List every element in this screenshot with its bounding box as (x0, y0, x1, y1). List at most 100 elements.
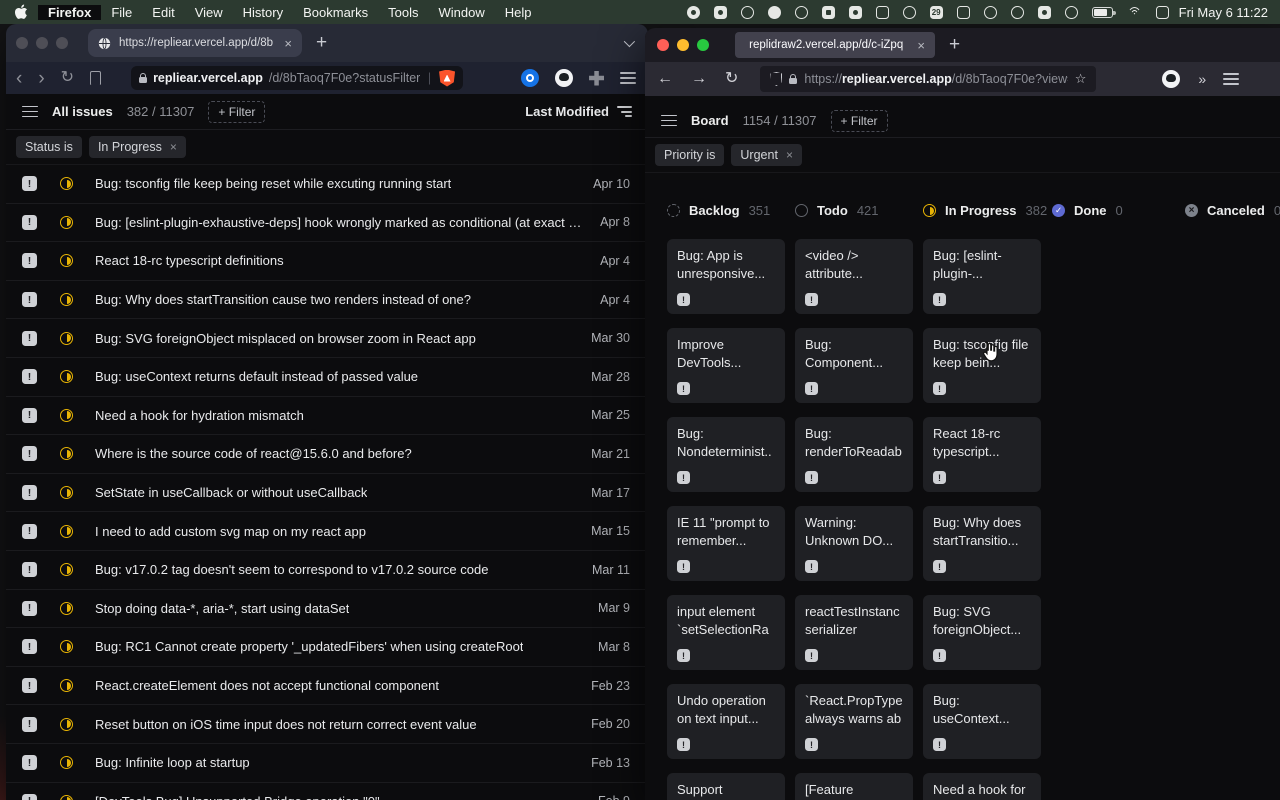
issue-row[interactable]: Bug: v17.0.2 tag doesn't seem to corresp… (6, 551, 648, 590)
board-card[interactable]: Bug: Nondeterminist... (667, 417, 785, 492)
remove-filter-icon[interactable]: × (170, 140, 177, 154)
board-card[interactable]: Bug: SVG foreignObject... (923, 595, 1041, 670)
volume-icon[interactable] (1038, 6, 1051, 19)
menu-item-window[interactable]: Window (429, 5, 495, 20)
upload-icon[interactable] (957, 6, 970, 19)
wifi-icon[interactable] (1127, 7, 1142, 18)
menu-item-tools[interactable]: Tools (378, 5, 428, 20)
headset-icon[interactable] (741, 6, 754, 19)
board-card[interactable]: `React.PropType always warns ab (795, 684, 913, 759)
menu-item-help[interactable]: Help (495, 5, 542, 20)
issue-row[interactable]: Reset button on iOS time input does not … (6, 705, 648, 744)
issue-row[interactable]: Bug: [eslint-plugin-exhaustive-deps] hoo… (6, 204, 648, 243)
issue-row[interactable]: Where is the source code of react@15.6.0… (6, 435, 648, 474)
warp-icon[interactable] (849, 6, 862, 19)
menu-item-view[interactable]: View (185, 5, 233, 20)
board-card[interactable]: Bug: useContext... (923, 684, 1041, 759)
new-tab-button[interactable]: + (949, 34, 960, 56)
add-filter-button[interactable]: + Filter (831, 110, 888, 132)
close-window-button[interactable] (657, 39, 669, 51)
address-bar[interactable]: repliear.vercel.app /d/8bTaoq7F0e?status… (131, 66, 463, 90)
board-card[interactable]: reactTestInstanc serializer (795, 595, 913, 670)
camera-icon[interactable] (714, 6, 727, 19)
filter-value-chip[interactable]: Urgent × (731, 144, 802, 166)
board-card[interactable]: Warning: Unknown DO... (795, 506, 913, 581)
reload-button[interactable]: ↻ (725, 71, 738, 87)
tracking-protection-shield-icon[interactable] (770, 72, 782, 86)
board-card[interactable]: Need a hook for hydration... (923, 773, 1041, 800)
dropbox-icon[interactable] (822, 6, 835, 19)
menubar-clock[interactable]: Fri May 6 11:22 (1179, 5, 1268, 20)
minimize-window-button[interactable] (677, 39, 689, 51)
close-tab-icon[interactable]: × (284, 37, 292, 50)
close-tab-icon[interactable]: × (917, 39, 925, 52)
issue-row[interactable]: Bug: useContext returns default instead … (6, 358, 648, 397)
board-card[interactable]: Support asynchronous... (667, 773, 785, 800)
new-tab-button[interactable]: + (316, 32, 327, 54)
browser-menu-icon[interactable] (620, 72, 636, 84)
board-card[interactable]: [Feature request] expo... (795, 773, 913, 800)
close-window-button[interactable] (16, 37, 28, 49)
menu-item-edit[interactable]: Edit (142, 5, 184, 20)
sidebar-menu-icon[interactable] (22, 106, 38, 118)
extensions-puzzle-icon[interactable] (589, 71, 604, 86)
issue-row[interactable]: Stop doing data-*, aria-*, start using d… (6, 590, 648, 629)
github-extension-icon[interactable] (555, 69, 573, 87)
browser-tab[interactable]: replidraw2.vercel.app/d/c-iZpq × (735, 32, 935, 58)
board-card[interactable]: Bug: renderToReadab (795, 417, 913, 492)
zoom-window-button[interactable] (56, 37, 68, 49)
board-card[interactable]: <video /> attribute... (795, 239, 913, 314)
github-extension-icon[interactable] (1162, 70, 1180, 88)
board-card[interactable]: Bug: [eslint-plugin-... (923, 239, 1041, 314)
board-card[interactable]: Undo operation on text input... (667, 684, 785, 759)
issue-row[interactable]: Bug: Why does startTransition cause two … (6, 281, 648, 320)
sort-order-icon[interactable] (617, 106, 632, 117)
issue-row[interactable]: React 18-rc typescript definitionsApr 4 (6, 242, 648, 281)
issue-row[interactable]: React.createElement does not accept func… (6, 667, 648, 706)
play-icon[interactable] (1011, 6, 1024, 19)
battery-icon[interactable] (1092, 7, 1113, 18)
issue-row[interactable]: I need to add custom svg map on my react… (6, 512, 648, 551)
issue-row[interactable]: Bug: RC1 Cannot create property '_update… (6, 628, 648, 667)
power-icon[interactable] (984, 6, 997, 19)
filter-field-chip[interactable]: Status is (16, 136, 82, 158)
tab-search-chevron-icon[interactable] (624, 36, 635, 47)
apple-logo-icon[interactable] (14, 4, 28, 20)
sidebar-menu-icon[interactable] (661, 115, 677, 127)
back-button[interactable]: ‹ (16, 69, 22, 88)
board-card[interactable]: Bug: App is unresponsive... (667, 239, 785, 314)
issue-row[interactable]: Bug: SVG foreignObject misplaced on brow… (6, 319, 648, 358)
forward-button[interactable]: › (38, 69, 44, 88)
minimize-window-button[interactable] (36, 37, 48, 49)
menu-item-bookmarks[interactable]: Bookmarks (293, 5, 378, 20)
notion-icon[interactable] (876, 6, 889, 19)
zoom-window-button[interactable] (697, 39, 709, 51)
bookmark-star-icon[interactable]: ☆ (1075, 71, 1087, 87)
sort-label[interactable]: Last Modified (525, 104, 609, 119)
forward-button[interactable]: → (691, 71, 707, 87)
menu-item-history[interactable]: History (233, 5, 293, 20)
bookmark-icon[interactable] (90, 71, 101, 85)
back-button[interactable]: ← (657, 71, 673, 87)
browser-tab[interactable]: https://repliear.vercel.app/d/8b × (88, 29, 302, 57)
record-icon[interactable] (687, 6, 700, 19)
board-card[interactable]: React 18-rc typescript... (923, 417, 1041, 492)
add-filter-button[interactable]: + Filter (208, 101, 265, 123)
shortcut-zero-icon[interactable] (903, 6, 916, 19)
issue-row[interactable]: Bug: tsconfig file keep being reset whil… (6, 165, 648, 204)
board-card[interactable]: Improve DevTools... (667, 328, 785, 403)
overflow-menu-icon[interactable]: » (1198, 71, 1205, 87)
issue-row[interactable]: Need a hook for hydration mismatchMar 25 (6, 397, 648, 436)
issue-row[interactable]: [DevTools Bug] Unsupported Bridge operat… (6, 783, 648, 800)
issue-row[interactable]: SetState in useCallback or without useCa… (6, 474, 648, 513)
remove-filter-icon[interactable]: × (786, 148, 793, 162)
board-card[interactable]: Bug: Why does startTransitio... (923, 506, 1041, 581)
board-card[interactable]: input element `setSelectionRa (667, 595, 785, 670)
board-card[interactable]: Bug: tsconfig file keep bein... (923, 328, 1041, 403)
calendar-icon[interactable]: 29 (930, 6, 943, 19)
menu-item-firefox[interactable]: Firefox (38, 5, 101, 20)
browser-menu-icon[interactable] (1223, 73, 1239, 85)
assistant-icon[interactable] (1065, 6, 1078, 19)
issue-row[interactable]: Bug: Infinite loop at startupFeb 13 (6, 744, 648, 783)
cloud-icon[interactable] (768, 6, 781, 19)
